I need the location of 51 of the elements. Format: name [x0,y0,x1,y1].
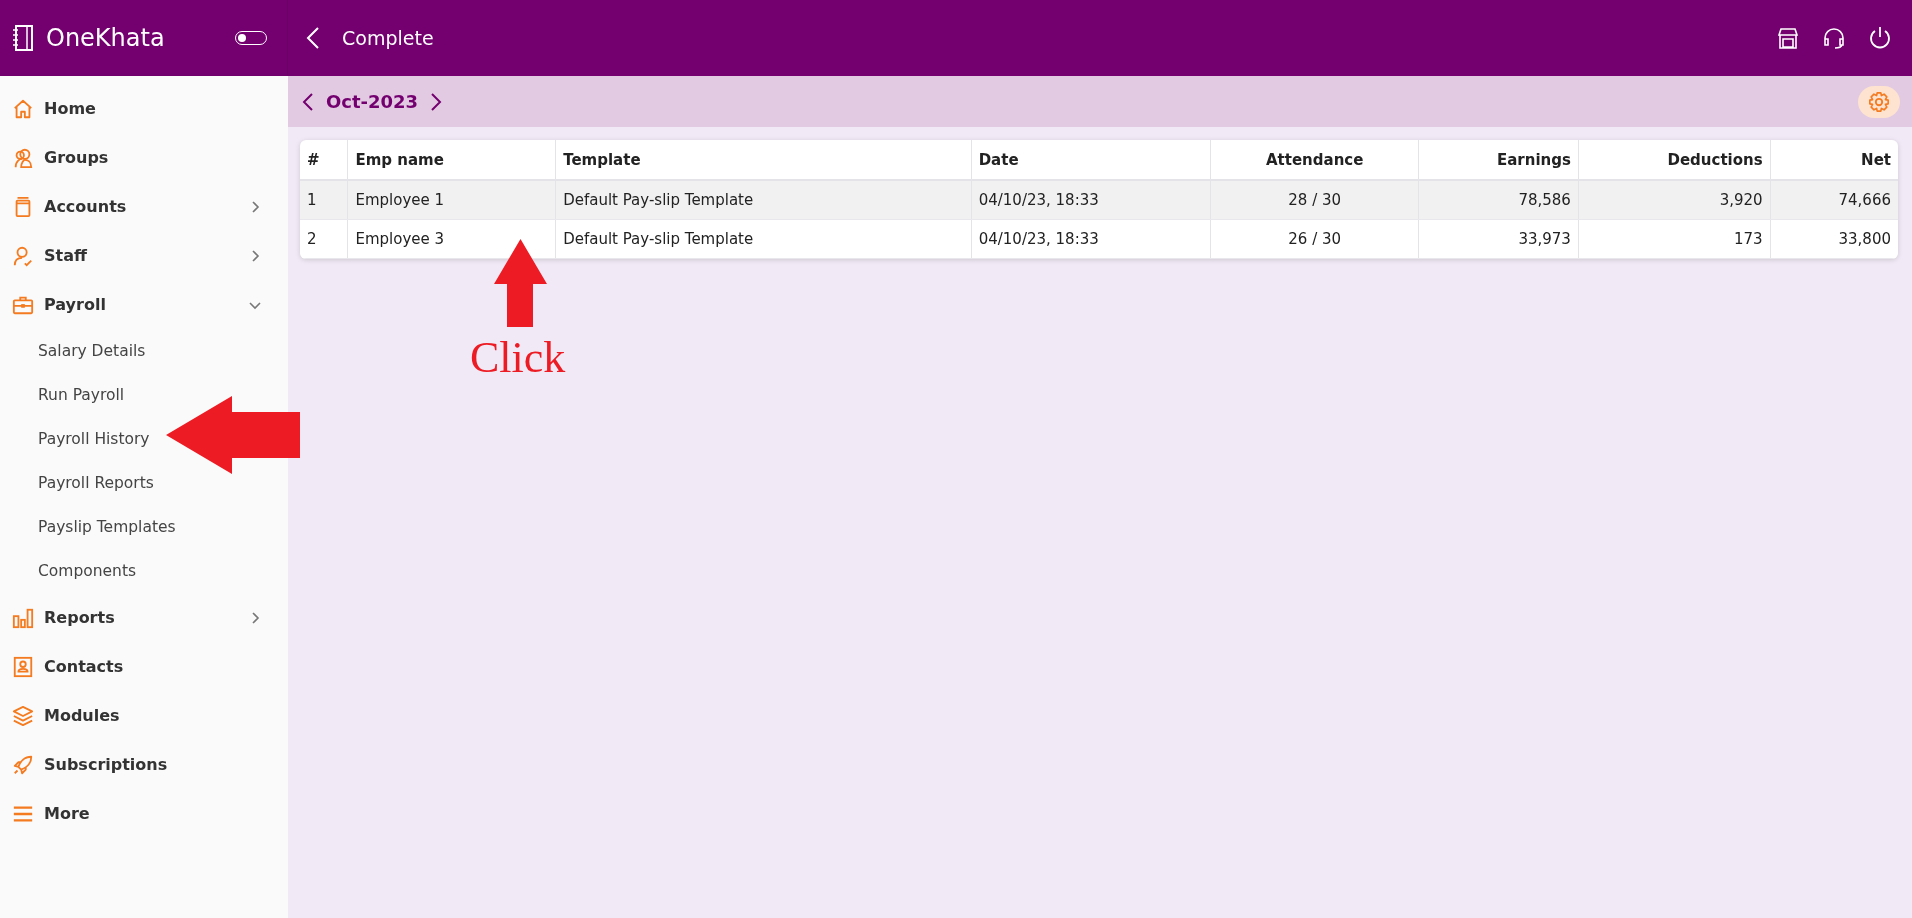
person-check-icon [12,244,34,267]
table-cell: 04/10/23, 18:33 [971,219,1211,259]
sidebar-item[interactable]: Home [0,84,288,133]
bar-chart-icon [12,606,34,629]
table-cell: 26 / 30 [1210,219,1419,259]
table-cell: 04/10/23, 18:33 [971,180,1211,220]
sidebar-item[interactable]: Modules [0,691,288,740]
power-icon[interactable] [1868,26,1892,50]
period-label: Oct-2023 [326,91,419,112]
table-row[interactable]: 1 Employee 1 Default Pay-slip Template 04/10/23, 18:33 28 / 30 78,586 3,920 74,666 [300,180,1898,220]
table-cell: 173 [1578,219,1771,259]
layers-icon [12,704,34,727]
people-icon [12,146,34,169]
table-cell: 28 / 30 [1210,180,1419,220]
sidebar-item[interactable]: Staff [0,231,288,280]
contact-card-icon [12,655,34,678]
sidebar-item[interactable]: Subscriptions [0,740,288,789]
sidebar-subitem[interactable]: Payroll Reports [38,461,154,505]
next-icon[interactable] [430,91,443,112]
sidebar-item[interactable]: Accounts [0,182,288,231]
table-cell: 33,973 [1418,219,1579,259]
table-cell: 74,666 [1770,180,1898,220]
back-icon[interactable] [306,26,320,50]
sidebar-item[interactable]: More [0,789,288,838]
store-icon[interactable] [1776,26,1800,50]
sidebar-item[interactable]: Contacts [0,642,288,691]
settings-icon [1868,90,1890,113]
sidebar-subitem[interactable]: Components [38,549,137,593]
previous-icon[interactable] [302,91,314,112]
table-cell: 78,586 [1418,180,1579,220]
table-cell: Default Pay-slip Template [555,180,972,220]
sidebar-subitem[interactable]: Run Payroll [38,373,125,417]
sidebar-subitem[interactable]: Salary Details [38,329,146,373]
sidebar-item[interactable]: Groups [0,133,288,182]
app-name: OneKhata [46,24,166,52]
sidebar-subitem[interactable]: Payroll History [38,417,150,461]
notebook-icon [12,25,34,51]
table-cell: 2 [300,219,348,259]
table-cell: 33,800 [1770,219,1898,259]
page-title: Complete [342,27,435,49]
home-icon [12,97,34,120]
table-cell: 3,920 [1578,180,1771,220]
rocket-icon [12,753,34,776]
sidebar-item[interactable]: Reports [0,593,288,642]
headset-icon[interactable] [1822,26,1846,50]
table-cell: Employee 1 [347,180,556,220]
sidebar-subitem[interactable]: Payslip Templates [38,505,176,549]
annotation-text: Click [470,332,566,383]
table-cell: 1 [300,180,348,220]
table-cell: Default Pay-slip Template [555,219,972,259]
sidebar-item[interactable]: Payroll [0,280,288,329]
